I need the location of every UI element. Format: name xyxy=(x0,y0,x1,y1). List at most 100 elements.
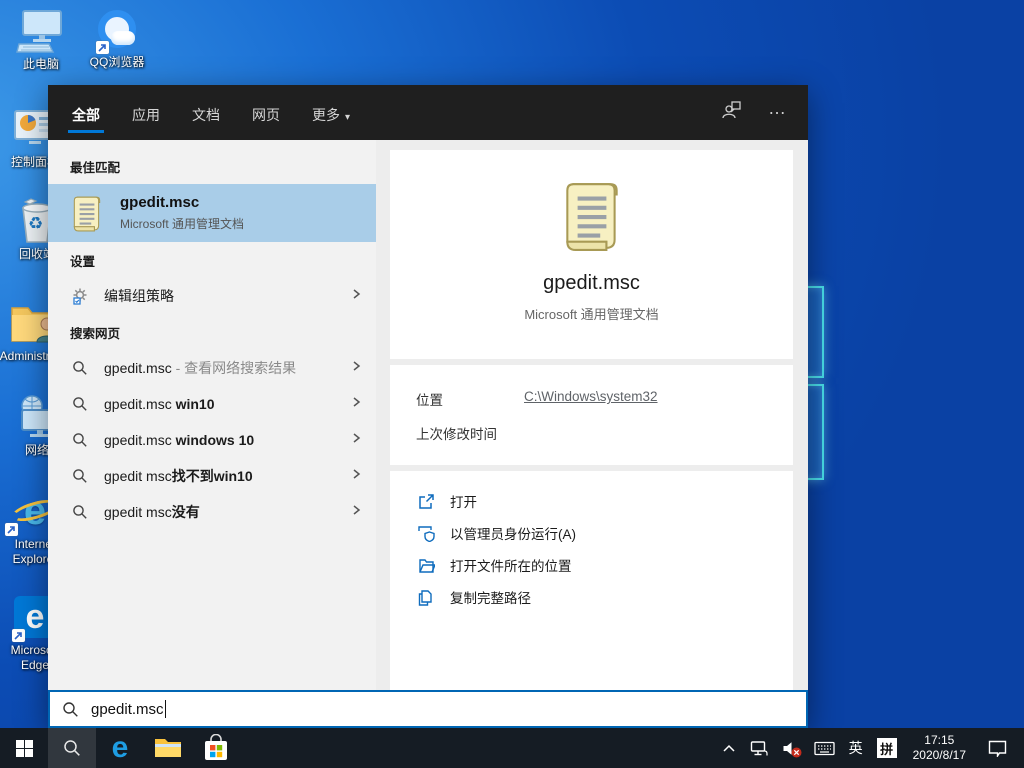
suggestion-suffix: windows 10 xyxy=(176,432,255,448)
suggestion-suffix: 找不到win10 xyxy=(172,468,253,484)
search-icon xyxy=(70,360,90,376)
best-match-header: 最佳匹配 xyxy=(48,148,376,184)
chevron-right-icon xyxy=(350,503,362,521)
detail-subtitle: Microsoft 通用管理文档 xyxy=(400,304,783,323)
folder-location-icon xyxy=(416,557,436,574)
search-icon xyxy=(63,739,81,757)
web-suggestion-row[interactable]: gpedit msc没有 xyxy=(48,494,376,530)
location-link[interactable]: C:\Windows\system32 xyxy=(524,389,658,409)
search-icon xyxy=(62,701,79,718)
best-match-subtitle: Microsoft 通用管理文档 xyxy=(120,215,244,232)
language-indicator[interactable]: 英 xyxy=(842,728,870,768)
action-label: 以管理员身份运行(A) xyxy=(450,523,576,543)
copy-icon xyxy=(416,589,436,606)
tab-all[interactable]: 全部 xyxy=(68,87,104,139)
taskbar-store-button[interactable] xyxy=(192,728,240,768)
open-icon xyxy=(416,493,436,510)
shortcut-arrow-icon xyxy=(12,629,25,642)
action-label: 打开 xyxy=(450,491,477,511)
suggestion-suffix: - 查看网络搜索结果 xyxy=(172,360,296,376)
settings-item-edit-group-policy[interactable]: 编辑组策略 xyxy=(48,278,376,314)
suggestion-text: gpedit.msc xyxy=(104,360,172,376)
windows-logo-icon xyxy=(16,740,33,757)
search-input-value: gpedit.msc xyxy=(91,701,164,718)
suggestion-text: gpedit.msc xyxy=(104,432,176,448)
settings-header: 设置 xyxy=(48,242,376,278)
tab-apps[interactable]: 应用 xyxy=(128,87,164,139)
admin-shield-icon xyxy=(416,525,436,542)
search-web-header: 搜索网页 xyxy=(48,314,376,350)
feedback-icon[interactable] xyxy=(722,101,742,124)
taskbar: e xyxy=(0,728,1024,768)
microsoft-store-icon xyxy=(203,734,229,762)
action-run-as-admin[interactable]: 以管理员身份运行(A) xyxy=(416,517,767,549)
taskbar-clock[interactable]: 17:15 2020/8/17 xyxy=(904,728,975,768)
search-icon xyxy=(70,396,90,412)
suggestion-text: gpedit.msc xyxy=(104,396,176,412)
start-button[interactable] xyxy=(0,728,48,768)
location-label: 位置 xyxy=(416,389,524,409)
search-icon xyxy=(70,504,90,520)
best-match-result[interactable]: gpedit.msc Microsoft 通用管理文档 xyxy=(48,184,376,242)
keyboard-icon xyxy=(814,741,835,756)
more-options-icon[interactable]: … xyxy=(768,105,788,120)
suggestion-suffix: win10 xyxy=(176,396,215,412)
msc-document-icon-large xyxy=(559,178,625,252)
network-icon xyxy=(750,740,768,757)
suggestion-text: gpedit msc xyxy=(104,468,172,484)
desktop-icon-this-pc[interactable]: 此电脑 xyxy=(6,8,76,72)
tab-more[interactable]: 更多▾ xyxy=(308,87,354,139)
web-suggestion-row[interactable]: gpedit msc找不到win10 xyxy=(48,458,376,494)
search-input[interactable]: gpedit.msc xyxy=(48,690,808,728)
detail-title: gpedit.msc xyxy=(400,272,783,295)
shortcut-arrow-icon xyxy=(96,41,109,54)
action-copy-full-path[interactable]: 复制完整路径 xyxy=(416,581,767,613)
search-tab-bar: 全部 应用 文档 网页 更多▾ … xyxy=(48,85,808,140)
result-details-panel: gpedit.msc Microsoft 通用管理文档 位置 C:\Window… xyxy=(376,140,808,690)
show-hidden-icons-button[interactable] xyxy=(715,728,743,768)
desktop-icon-qq-browser[interactable]: QQ浏览器 xyxy=(82,6,152,70)
msc-document-icon xyxy=(70,194,104,232)
chevron-right-icon xyxy=(350,467,362,485)
chevron-up-icon xyxy=(722,743,736,754)
tab-documents[interactable]: 文档 xyxy=(188,87,224,139)
desktop-icon-label: 网络 xyxy=(25,443,49,458)
settings-item-label: 编辑组策略 xyxy=(104,286,174,306)
ime-mode-indicator[interactable]: 拼 xyxy=(870,728,904,768)
search-results-list: 最佳匹配 gpedit.msc Microsoft 通用管理文档 xyxy=(48,140,376,690)
touch-keyboard-button[interactable] xyxy=(807,728,842,768)
edge-icon: e xyxy=(112,733,129,763)
web-suggestion-row[interactable]: gpedit.msc win10 xyxy=(48,386,376,422)
desktop-icon-label: 此电脑 xyxy=(23,57,59,72)
modified-label: 上次修改时间 xyxy=(416,423,497,443)
tab-web[interactable]: 网页 xyxy=(248,87,284,139)
taskbar-edge-button[interactable]: e xyxy=(96,728,144,768)
taskbar-file-explorer-button[interactable] xyxy=(144,728,192,768)
suggestion-suffix: 没有 xyxy=(172,504,200,520)
chevron-right-icon xyxy=(350,359,362,377)
action-center-icon xyxy=(988,740,1007,757)
clock-time: 17:15 xyxy=(924,733,954,748)
web-suggestion-row[interactable]: gpedit.msc - 查看网络搜索结果 xyxy=(48,350,376,386)
action-open-file-location[interactable]: 打开文件所在的位置 xyxy=(416,549,767,581)
action-open[interactable]: 打开 xyxy=(416,485,767,517)
chevron-right-icon xyxy=(350,287,362,305)
action-label: 打开文件所在的位置 xyxy=(450,555,572,575)
volume-muted-icon xyxy=(782,740,800,757)
chevron-right-icon xyxy=(350,395,362,413)
network-tray-button[interactable] xyxy=(743,728,775,768)
action-label: 复制完整路径 xyxy=(450,587,531,607)
group-policy-icon xyxy=(70,287,90,305)
text-caret xyxy=(165,700,166,718)
search-icon xyxy=(70,468,90,484)
best-match-title: gpedit.msc xyxy=(120,194,244,211)
qq-browser-icon xyxy=(98,6,136,52)
action-center-button[interactable] xyxy=(975,728,1020,768)
search-icon xyxy=(70,432,90,448)
this-pc-icon xyxy=(15,8,67,54)
volume-tray-button[interactable] xyxy=(775,728,807,768)
web-suggestion-row[interactable]: gpedit.msc windows 10 xyxy=(48,422,376,458)
system-tray: 英 拼 17:15 2020/8/17 xyxy=(715,728,1024,768)
taskbar-search-button[interactable] xyxy=(48,728,96,768)
shortcut-arrow-icon xyxy=(5,523,18,536)
